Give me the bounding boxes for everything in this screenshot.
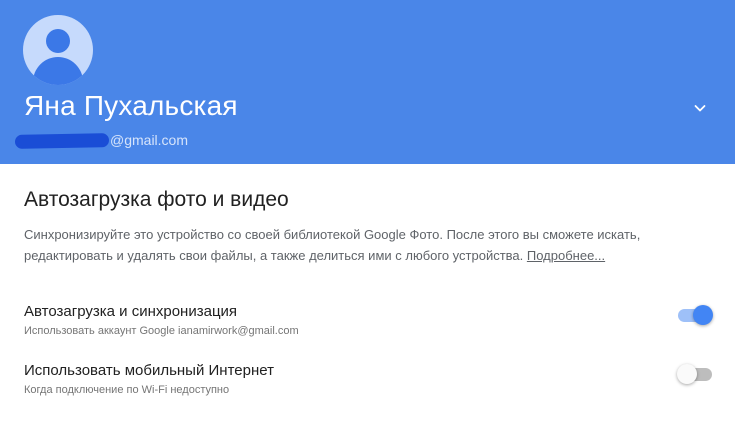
email-redaction (14, 133, 110, 149)
toggle-thumb (693, 305, 713, 325)
avatar-head-shape (46, 29, 70, 53)
setting-title: Использовать мобильный Интернет (24, 362, 274, 379)
email-domain: @gmail.com (110, 132, 189, 148)
setting-title: Автозагрузка и синхронизация (24, 303, 238, 320)
setting-subtitle: Когда подключение по Wi-Fi недоступно (24, 384, 230, 396)
autoupload-description: Синхронизируйте это устройство со своей … (24, 224, 714, 266)
chevron-down-icon[interactable] (692, 100, 708, 116)
learn-more-link[interactable]: Подробнее... (527, 248, 605, 263)
setting-subtitle: Использовать аккаунт Google ianamirwork@… (24, 325, 299, 337)
account-header: Яна Пухальская @gmail.com (0, 0, 735, 164)
autoupload-title: Автозагрузка фото и видео (24, 188, 289, 211)
account-name: Яна Пухальская (24, 90, 238, 121)
mobile-data-toggle[interactable] (677, 364, 713, 384)
autoupload-sync-toggle[interactable] (677, 305, 713, 325)
toggle-thumb (677, 364, 697, 384)
avatar-body-shape (33, 57, 83, 85)
setting-autoupload-sync: Автозагрузка и синхронизация Использоват… (24, 303, 714, 343)
account-email: @gmail.com (14, 131, 315, 151)
avatar[interactable] (23, 15, 93, 85)
setting-mobile-data: Использовать мобильный Интернет Когда по… (24, 362, 714, 402)
